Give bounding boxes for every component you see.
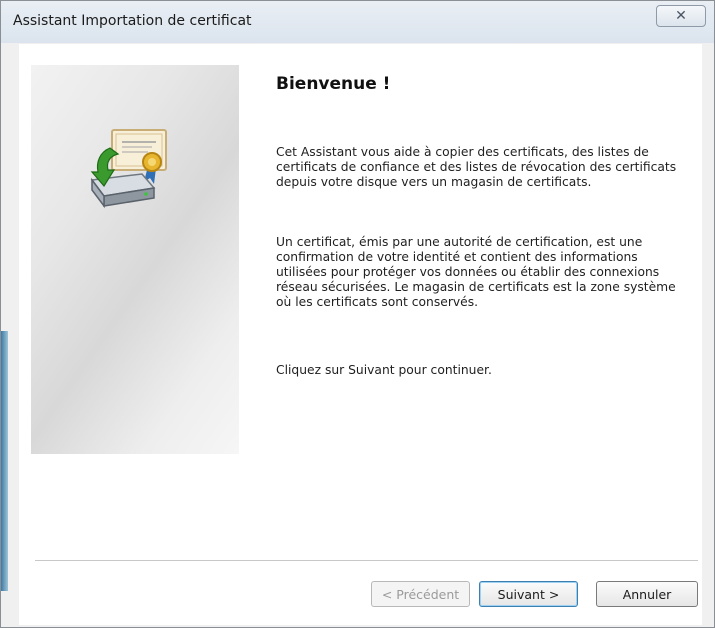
window-edge-accent <box>1 331 8 591</box>
window-title: Assistant Importation de certificat <box>13 13 252 29</box>
wizard-content: Bienvenue ! Cet Assistant vous aide à co… <box>19 44 702 625</box>
intro-paragraph: Cet Assistant vous aide à copier des cer… <box>276 145 677 189</box>
continue-instruction: Cliquez sur Suivant pour continuer. <box>276 363 492 377</box>
close-button[interactable]: ✕ <box>656 5 706 27</box>
previous-button[interactable]: < Précédent <box>371 581 470 607</box>
import-wizard-window: Assistant Importation de certificat ✕ Bi… <box>0 0 715 628</box>
cancel-button[interactable]: Annuler <box>596 581 698 607</box>
certificate-import-icon <box>90 129 167 209</box>
wizard-graphic-panel <box>31 65 239 454</box>
next-button[interactable]: Suivant > <box>479 581 578 607</box>
certificate-description-paragraph: Un certificat, émis par une autorité de … <box>276 235 676 309</box>
footer-divider <box>35 560 698 561</box>
title-bar[interactable]: Assistant Importation de certificat ✕ <box>1 1 714 43</box>
close-icon: ✕ <box>675 8 687 24</box>
page-title: Bienvenue ! <box>276 74 391 94</box>
